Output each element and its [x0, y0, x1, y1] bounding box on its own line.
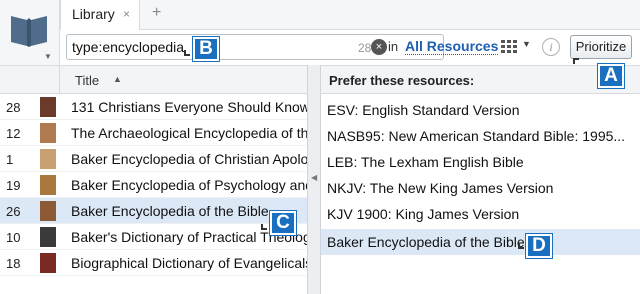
- list-item-label: LEB: The Lexham English Bible: [327, 154, 524, 170]
- list-item-label: NKJV: The New King James Version: [327, 180, 554, 196]
- row-title: Baker Encyclopedia of Christian Apolog: [71, 151, 307, 167]
- row-count: 28: [6, 100, 21, 115]
- list-item-selected[interactable]: Baker Encyclopedia of the Bible: [321, 229, 640, 255]
- column-title[interactable]: Title: [75, 73, 99, 88]
- callout-pointer: [261, 224, 267, 230]
- view-options-icon[interactable]: [500, 39, 522, 55]
- toolbar: type:encyclopedia 28 × in All Resources …: [60, 30, 640, 65]
- row-title: Biographical Dictionary of Evangelicals: [71, 255, 307, 271]
- book-cover-icon: [40, 253, 56, 273]
- search-query[interactable]: type:encyclopedia: [72, 39, 184, 55]
- result-count: 28: [358, 41, 372, 55]
- clear-search-icon[interactable]: ×: [371, 39, 387, 55]
- callout-d: D: [525, 233, 553, 259]
- prioritize-button[interactable]: Prioritize: [570, 35, 632, 59]
- table-row[interactable]: 18 Biographical Dictionary of Evangelica…: [0, 250, 307, 276]
- list-item-label: ESV: English Standard Version: [327, 102, 520, 118]
- callout-pointer: [518, 243, 524, 249]
- row-title: 131 Christians Everyone Should Know: [71, 99, 307, 115]
- list-item-label: Baker Encyclopedia of the Bible: [327, 234, 525, 250]
- chevron-down-icon[interactable]: ▼: [522, 39, 531, 49]
- tab-library[interactable]: Library ×: [60, 0, 140, 31]
- panel-title: Prefer these resources:: [329, 73, 475, 88]
- row-count: 12: [6, 126, 21, 141]
- callout-pointer: [184, 50, 190, 56]
- list-item-label: KJV 1900: King James Version: [327, 206, 520, 222]
- list-item[interactable]: NASB95: New American Standard Bible: 199…: [321, 123, 640, 149]
- table-row[interactable]: 19 Baker Encyclopedia of Psychology and …: [0, 172, 307, 198]
- table-row[interactable]: 1 Baker Encyclopedia of Christian Apolog: [0, 146, 307, 172]
- row-count: 18: [6, 256, 21, 271]
- library-book-icon: [11, 16, 47, 47]
- list-item[interactable]: NKJV: The New King James Version: [321, 175, 640, 201]
- callout-c: C: [269, 210, 297, 236]
- chevron-down-icon: ▼: [44, 52, 52, 61]
- app-menu[interactable]: ▼: [0, 0, 60, 65]
- callout-a: A: [597, 63, 625, 89]
- column-header-count[interactable]: [0, 66, 60, 94]
- column-header: Title ▲: [0, 66, 307, 94]
- table-row[interactable]: 28 131 Christians Everyone Should Know: [0, 94, 307, 120]
- collapse-arrow-icon[interactable]: ◀: [311, 173, 317, 182]
- row-count: 26: [6, 204, 21, 219]
- list-item[interactable]: LEB: The Lexham English Bible: [321, 149, 640, 175]
- sort-ascending-icon: ▲: [113, 74, 122, 84]
- row-title: Baker Encyclopedia of Psychology and C: [71, 177, 307, 193]
- table-row-selected[interactable]: 26 Baker Encyclopedia of the Bible: [0, 198, 307, 224]
- book-cover-icon: [40, 123, 56, 143]
- close-icon[interactable]: ×: [123, 7, 130, 21]
- book-cover-icon: [40, 201, 56, 221]
- book-cover-icon: [40, 227, 56, 247]
- list-item-label: NASB95: New American Standard Bible: 199…: [327, 128, 626, 144]
- panel-header: Prefer these resources:: [321, 66, 640, 94]
- pane-splitter[interactable]: ◀: [307, 65, 321, 294]
- tab-bar: Library × +: [60, 0, 640, 31]
- prioritize-panel: Prefer these resources: ESV: English Sta…: [321, 65, 640, 294]
- book-cover-icon: [40, 149, 56, 169]
- list-item[interactable]: KJV 1900: King James Version: [321, 201, 640, 227]
- add-tab-icon[interactable]: +: [152, 4, 161, 22]
- row-count: 10: [6, 230, 21, 245]
- callout-pointer: [573, 58, 579, 64]
- scope-prefix: in: [388, 39, 399, 54]
- info-icon[interactable]: i: [542, 38, 560, 56]
- table-row[interactable]: 12 The Archaeological Encyclopedia of th…: [0, 120, 307, 146]
- list-item[interactable]: ESV: English Standard Version: [321, 97, 640, 123]
- row-title: The Archaeological Encyclopedia of the: [71, 125, 307, 141]
- callout-b: B: [192, 36, 220, 62]
- book-cover-icon: [40, 175, 56, 195]
- library-list: Title ▲ 28 131 Christians Everyone Shoul…: [0, 65, 307, 294]
- tab-label: Library: [72, 6, 115, 22]
- row-count: 19: [6, 178, 21, 193]
- row-count: 1: [6, 152, 14, 167]
- book-cover-icon: [40, 97, 56, 117]
- scope-dropdown[interactable]: All Resources: [405, 38, 499, 55]
